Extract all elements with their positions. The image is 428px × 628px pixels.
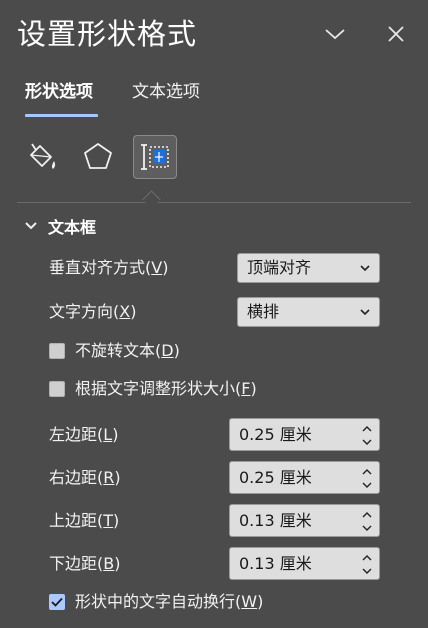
text-direction-dropdown[interactable]: 横排 [237,297,380,327]
top-margin-spinner[interactable]: 0.13 厘米 [229,504,380,537]
spin-up-button[interactable] [362,509,372,519]
text-direction-value: 横排 [247,302,280,321]
active-tab-indicator [25,114,98,117]
pane-title: 设置形状格式 [17,17,198,51]
vertical-alignment-dropdown[interactable]: 顶端对齐 [237,253,380,283]
chevron-down-icon [325,29,345,40]
autofit-shape-checkbox[interactable]: 根据文字调整形状大小(F) [49,378,257,400]
right-margin-spinner[interactable]: 0.25 厘米 [229,461,380,494]
fill-line-icon [30,143,56,169]
checkmark-icon [51,597,63,607]
spin-down-button[interactable] [362,480,372,490]
chevron-up-icon [362,511,372,517]
spin-up-button[interactable] [362,423,372,433]
effects-pentagon-icon [84,143,112,169]
top-margin-value: 0.13 厘米 [239,511,312,530]
selected-category-pointer [142,190,161,209]
checkbox-box[interactable] [49,343,65,359]
size-properties-icon [141,144,169,170]
left-margin-spinner[interactable]: 0.25 厘米 [229,418,380,451]
section-title: 文本框 [48,218,97,237]
bottom-margin-spinner[interactable]: 0.13 厘米 [229,547,380,580]
left-margin-value: 0.25 厘米 [239,425,312,444]
chevron-down-icon [362,525,372,531]
effects-category-button[interactable] [76,135,120,179]
chevron-down-icon [360,265,370,272]
right-margin-value: 0.25 厘米 [239,468,312,487]
left-margin-label: 左边距(L) [49,425,119,444]
spin-down-button[interactable] [362,523,372,533]
right-margin-label: 右边距(R) [49,468,121,487]
chevron-down-icon [362,568,372,574]
section-divider [17,202,411,203]
size-properties-category-button[interactable] [133,135,177,179]
vertical-alignment-label: 垂直对齐方式(V) [49,258,169,277]
spin-up-button[interactable] [362,466,372,476]
bottom-margin-value: 0.13 厘米 [239,554,312,573]
format-shape-pane: 设置形状格式 形状选项 文本选项 文本框 垂直对齐方式(V) 顶端对齐 文字方向… [0,0,428,628]
spin-down-button[interactable] [362,437,372,447]
chevron-up-icon [362,468,372,474]
collapse-pane-button[interactable] [321,20,349,48]
checkbox-box[interactable] [49,594,65,610]
close-icon [388,26,404,42]
no-rotate-text-checkbox[interactable]: 不旋转文本(D) [49,340,180,362]
chevron-up-icon [362,425,372,431]
fill-line-category-button[interactable] [19,135,63,179]
bottom-margin-label: 下边距(B) [49,554,121,573]
checkbox-box[interactable] [49,381,65,397]
tab-shape-options[interactable]: 形状选项 [25,80,93,104]
top-margin-label: 上边距(T) [49,511,120,530]
chevron-down-icon [362,439,372,445]
close-pane-button[interactable] [382,20,410,48]
chevron-down-icon [25,222,37,230]
spin-down-button[interactable] [362,566,372,576]
vertical-alignment-value: 顶端对齐 [247,258,312,277]
chevron-up-icon [362,554,372,560]
tab-text-options[interactable]: 文本选项 [132,80,200,104]
chevron-down-icon [362,482,372,488]
spin-up-button[interactable] [362,552,372,562]
textbox-section-header[interactable]: 文本框 [24,214,96,238]
text-direction-label: 文字方向(X) [49,302,137,321]
wrap-text-checkbox[interactable]: 形状中的文字自动换行(W) [49,591,263,613]
chevron-down-icon [360,309,370,316]
